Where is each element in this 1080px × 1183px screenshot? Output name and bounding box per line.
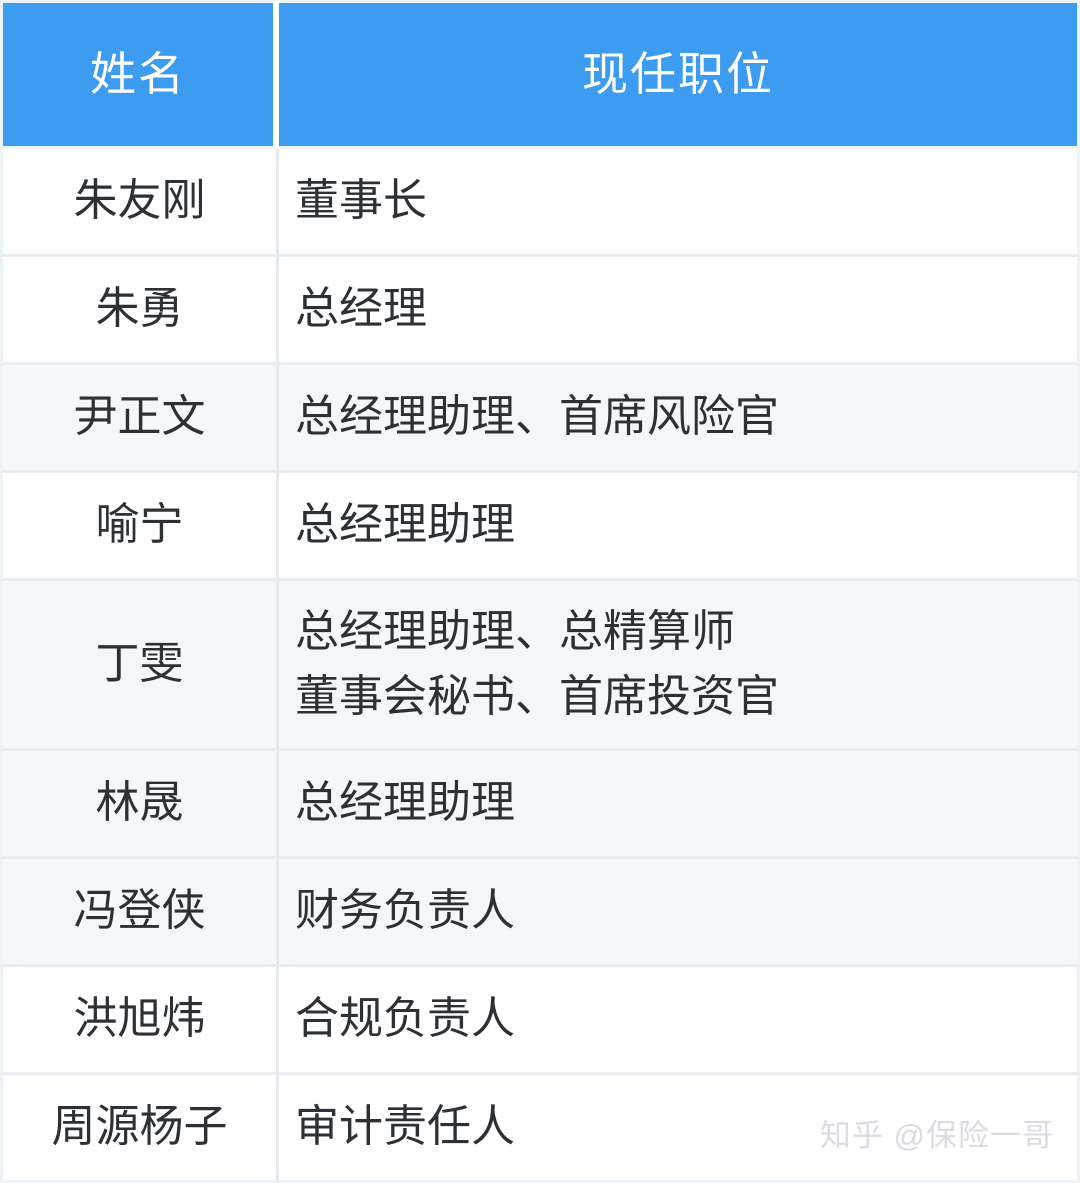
cell-position: 总经理助理 — [279, 751, 1080, 859]
cell-name: 尹正文 — [0, 365, 279, 473]
table-row: 丁雯 总经理助理、总精算师 董事会秘书、首席投资官 — [0, 581, 1080, 751]
table-row: 尹正文 总经理助理、首席风险官 — [0, 365, 1080, 473]
position-line: 总经理助理 — [295, 500, 515, 550]
cell-position: 合规负责人 — [279, 967, 1080, 1075]
column-header-name: 姓名 — [0, 0, 279, 149]
cell-name: 冯登侠 — [0, 859, 279, 967]
cell-name: 丁雯 — [0, 581, 279, 751]
table-row: 林晟 总经理助理 — [0, 751, 1080, 859]
cell-position: 总经理助理、首席风险官 — [279, 365, 1080, 473]
cell-position: 审计责任人 — [279, 1075, 1080, 1183]
table-row: 冯登侠 财务负责人 — [0, 859, 1080, 967]
cell-name: 周源杨子 — [0, 1075, 279, 1183]
position-line: 总经理助理、总精算师 — [295, 607, 735, 657]
page-root: 姓名 现任职位 朱友刚 董事长 朱勇 总经理 尹正文 总经理助理、首席风险官 喻宁 总经理助理… — [0, 0, 1080, 1183]
position-line: 总经理助理 — [295, 778, 515, 828]
position-line: 审计责任人 — [295, 1102, 515, 1152]
cell-name: 朱勇 — [0, 257, 279, 365]
position-line: 总经理助理、首席风险官 — [295, 392, 779, 442]
column-header-position: 现任职位 — [279, 0, 1080, 149]
cell-position: 总经理助理、总精算师 董事会秘书、首席投资官 — [279, 581, 1080, 751]
cell-name: 洪旭炜 — [0, 967, 279, 1075]
position-line: 合规负责人 — [295, 994, 515, 1044]
table-row: 喻宁 总经理助理 — [0, 473, 1080, 581]
position-line: 总经理 — [295, 284, 427, 334]
cell-position: 总经理 — [279, 257, 1080, 365]
position-line: 董事会秘书、首席投资官 — [295, 671, 779, 721]
cell-position: 总经理助理 — [279, 473, 1080, 581]
table-body: 朱友刚 董事长 朱勇 总经理 尹正文 总经理助理、首席风险官 喻宁 总经理助理 丁雯 总经理助理、… — [0, 149, 1080, 1183]
table-row: 洪旭炜 合规负责人 — [0, 967, 1080, 1075]
cell-name: 林晟 — [0, 751, 279, 859]
table-row: 朱勇 总经理 — [0, 257, 1080, 365]
executive-roster-table: 姓名 现任职位 朱友刚 董事长 朱勇 总经理 尹正文 总经理助理、首席风险官 喻宁 总经理助理… — [0, 0, 1080, 1183]
cell-name: 朱友刚 — [0, 149, 279, 257]
position-line: 董事长 — [295, 176, 427, 226]
position-line: 财务负责人 — [295, 886, 515, 936]
cell-position: 财务负责人 — [279, 859, 1080, 967]
table-header: 姓名 现任职位 — [0, 0, 1080, 149]
header-row: 姓名 现任职位 — [0, 0, 1080, 149]
cell-position: 董事长 — [279, 149, 1080, 257]
cell-name: 喻宁 — [0, 473, 279, 581]
table-row: 朱友刚 董事长 — [0, 149, 1080, 257]
table-row: 周源杨子 审计责任人 — [0, 1075, 1080, 1183]
